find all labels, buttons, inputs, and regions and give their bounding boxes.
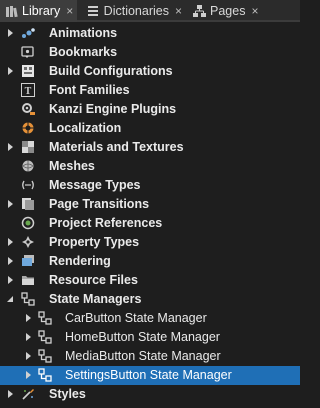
tree-item-property-types[interactable]: Property Types: [0, 233, 300, 252]
chevron-right-icon[interactable]: [25, 352, 33, 360]
tree-item-font-families[interactable]: T Font Families: [0, 81, 300, 100]
tab-label: Library: [22, 4, 61, 18]
close-icon[interactable]: ×: [251, 4, 258, 18]
tree-item-mediabutton-state-manager[interactable]: MediaButton State Manager: [0, 347, 300, 366]
state-manager-icon: [21, 292, 35, 306]
pages-icon: [192, 4, 206, 18]
state-manager-icon: [38, 330, 52, 344]
font-icon: T: [21, 83, 35, 97]
build-configuration-icon: [21, 64, 35, 78]
chevron-right-icon[interactable]: [7, 257, 15, 265]
tab-library[interactable]: Library ×: [0, 0, 77, 22]
tree-item-bookmarks[interactable]: Bookmarks: [0, 43, 300, 62]
tree-item-carbutton-state-manager[interactable]: CarButton State Manager: [0, 309, 300, 328]
tab-label: Dictionaries: [103, 4, 169, 18]
tree-item-styles[interactable]: Styles: [0, 385, 300, 404]
material-icon: [21, 140, 35, 154]
tree-item-label: Localization: [49, 121, 122, 135]
tree-item-label: Bookmarks: [49, 45, 118, 59]
mesh-icon: [21, 159, 35, 173]
plugin-icon: [21, 102, 35, 116]
tree-item-label: Rendering: [49, 254, 111, 268]
chevron-down-icon[interactable]: [7, 295, 15, 303]
tab-label: Pages: [210, 4, 246, 18]
tree-item-label: Materials and Textures: [49, 140, 184, 154]
chevron-right-icon[interactable]: [7, 29, 15, 37]
tree-item-project-references[interactable]: Project References: [0, 214, 300, 233]
folder-icon: [21, 273, 35, 287]
bookmark-icon: [21, 45, 35, 59]
library-tree: Animations Bookmarks Build Configuration…: [0, 24, 300, 408]
close-icon[interactable]: ×: [175, 4, 182, 18]
tree-item-kanzi-engine-plugins[interactable]: Kanzi Engine Plugins: [0, 100, 300, 119]
tree-item-label: SettingsButton State Manager: [65, 368, 232, 382]
tree-item-label: State Managers: [49, 292, 142, 306]
tree-item-animations[interactable]: Animations: [0, 24, 300, 43]
chevron-right-icon[interactable]: [7, 143, 15, 151]
chevron-right-icon[interactable]: [7, 238, 15, 246]
chevron-right-icon[interactable]: [25, 371, 33, 379]
chevron-right-icon[interactable]: [7, 200, 15, 208]
tree-item-build-configurations[interactable]: Build Configurations: [0, 62, 300, 81]
localization-icon: [21, 121, 35, 135]
library-icon: [4, 4, 18, 18]
tree-item-label: Property Types: [49, 235, 140, 249]
chevron-right-icon[interactable]: [25, 314, 33, 322]
tree-item-label: Page Transitions: [49, 197, 150, 211]
tree-item-label: HomeButton State Manager: [65, 330, 220, 344]
tree-item-materials-and-textures[interactable]: Materials and Textures: [0, 138, 300, 157]
tree-item-label: Resource Files: [49, 273, 138, 287]
tree-item-label: Project References: [49, 216, 163, 230]
message-icon: [21, 178, 35, 192]
project-reference-icon: [21, 216, 35, 230]
state-manager-icon: [38, 311, 52, 325]
property-type-icon: [21, 235, 35, 249]
panel-tab-bar: Library × Dictionaries × Pages ×: [0, 0, 300, 22]
chevron-right-icon[interactable]: [7, 390, 15, 398]
chevron-right-icon[interactable]: [7, 276, 15, 284]
tree-item-homebutton-state-manager[interactable]: HomeButton State Manager: [0, 328, 300, 347]
tree-item-rendering[interactable]: Rendering: [0, 252, 300, 271]
tree-item-label: CarButton State Manager: [65, 311, 207, 325]
style-icon: [21, 387, 35, 401]
page-transition-icon: [21, 197, 35, 211]
tree-item-label: Styles: [49, 387, 86, 401]
rendering-icon: [21, 254, 35, 268]
tree-item-label: Animations: [49, 26, 118, 40]
state-manager-icon: [38, 368, 52, 382]
svg-text:T: T: [25, 86, 32, 97]
tree-item-page-transitions[interactable]: Page Transitions: [0, 195, 300, 214]
tree-item-label: Message Types: [49, 178, 141, 192]
chevron-right-icon[interactable]: [7, 67, 15, 75]
close-icon[interactable]: ×: [66, 4, 73, 18]
tree-item-settingsbutton-state-manager[interactable]: SettingsButton State Manager: [0, 366, 300, 385]
tree-item-resource-files[interactable]: Resource Files: [0, 271, 300, 290]
tree-item-label: MediaButton State Manager: [65, 349, 221, 363]
tree-item-meshes[interactable]: Meshes: [0, 157, 300, 176]
tree-item-label: Font Families: [49, 83, 130, 97]
tree-item-localization[interactable]: Localization: [0, 119, 300, 138]
tab-pages[interactable]: Pages ×: [188, 0, 268, 22]
tree-item-label: Kanzi Engine Plugins: [49, 102, 177, 116]
tree-item-message-types[interactable]: Message Types: [0, 176, 300, 195]
dictionaries-icon: [86, 4, 100, 18]
tree-item-state-managers[interactable]: State Managers: [0, 290, 300, 309]
tree-item-label: Meshes: [49, 159, 95, 173]
tab-dictionaries[interactable]: Dictionaries ×: [82, 0, 182, 22]
state-manager-icon: [38, 349, 52, 363]
animation-icon: [21, 26, 35, 40]
tree-item-label: Build Configurations: [49, 64, 173, 78]
chevron-right-icon[interactable]: [25, 333, 33, 341]
